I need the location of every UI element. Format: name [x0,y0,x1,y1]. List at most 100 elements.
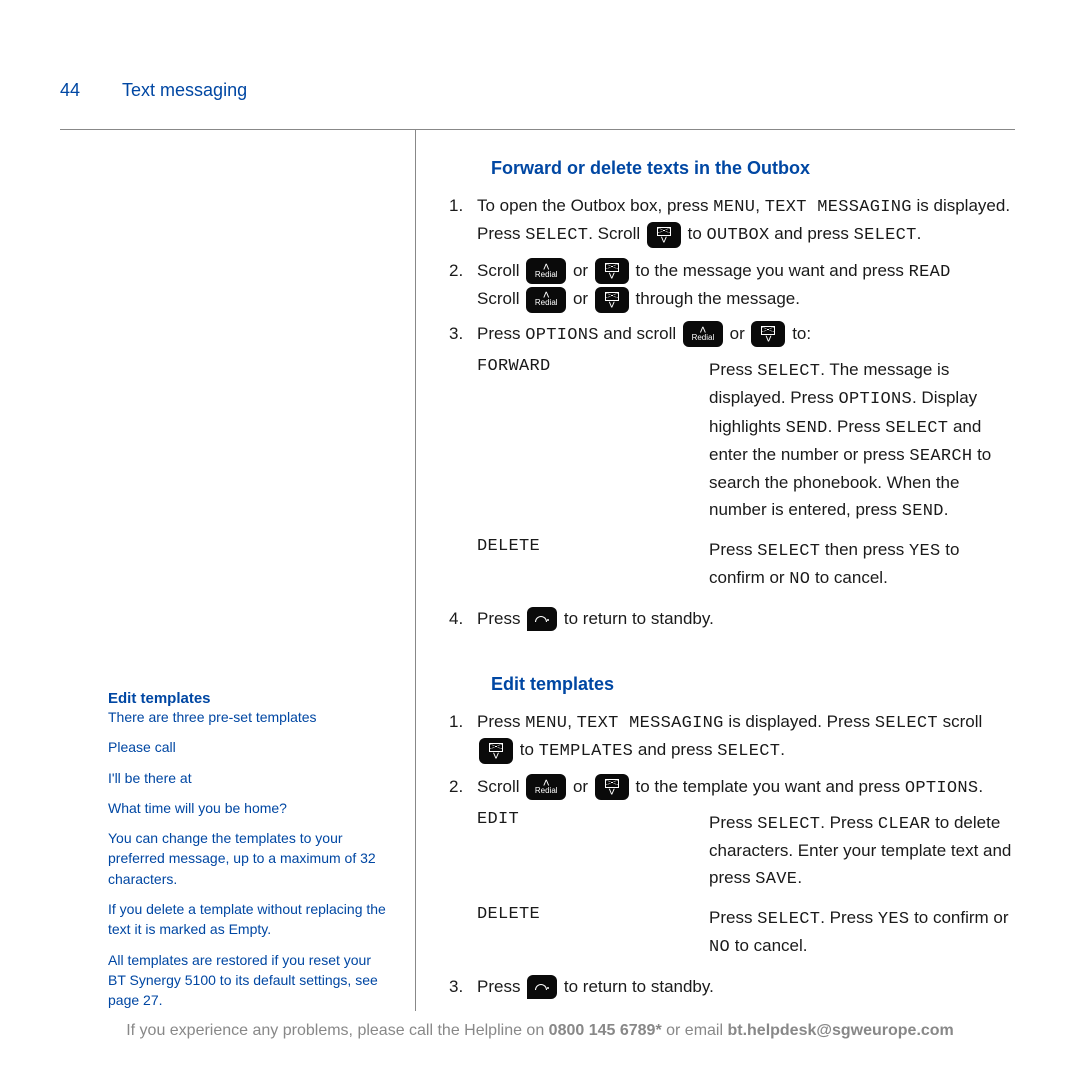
lcd-text: YES [878,910,910,929]
sms-down-key-icon: ˅ [751,321,785,347]
lcd-text: READ [909,263,951,282]
text: Press [709,813,757,832]
lcd-text: SAVE [755,870,797,889]
main-content: Forward or delete texts in the Outbox 1.… [415,130,1015,1011]
text: . [978,777,983,796]
lcd-text: OPTIONS [838,390,912,409]
option-label: DELETE [477,537,709,594]
step-3: 3. Press OPTIONS and scroll ˄Redial or ˅… [449,321,1015,349]
text: is displayed. Press [724,712,875,731]
page-header: 44 Text messaging [60,80,1015,101]
text: to [515,740,539,759]
option-delete: DELETE Press SELECT. Press YES to confir… [477,905,1015,962]
redial-up-key-icon: ˄Redial [526,258,566,284]
end-call-key-icon [527,607,557,631]
sidebar-note-3: All templates are restored if you reset … [108,950,391,1011]
text: , [567,712,576,731]
lcd-text: SELECT [757,910,820,929]
text: to [683,224,707,243]
lcd-text: SELECT [717,742,780,761]
section-heading-outbox: Forward or delete texts in the Outbox [491,158,1015,179]
text: scroll [938,712,982,731]
step-4: 4. Press to return to standby. [449,606,1015,632]
redial-up-key-icon: ˄Redial [526,774,566,800]
lcd-text: NO [709,938,730,957]
step-1: 1. To open the Outbox box, press MENU, T… [449,193,1015,250]
lcd-text: MENU [525,714,567,733]
footer-email: bt.helpdesk@sgweurope.com [727,1022,953,1039]
lcd-text: SEARCH [909,447,972,466]
sms-down-key-icon: ˅ [479,738,513,764]
lcd-text: SELECT [757,815,820,834]
sms-down-key-icon: ˅ [647,222,681,248]
lcd-text: SEND [786,419,828,438]
options-table: EDIT Press SELECT. Press CLEAR to delete… [477,810,1015,962]
text: to cancel. [810,568,888,587]
text: . [780,740,785,759]
text: . Press [828,417,886,436]
text: or [568,777,593,796]
text: or [725,324,750,343]
sidebar-note-1: You can change the templates to your pre… [108,828,391,889]
step-1: 1. Press MENU, TEXT MESSAGING is display… [449,709,1015,766]
text: Press [709,908,757,927]
sidebar-heading: Edit templates [108,690,391,707]
end-call-key-icon [527,975,557,999]
footer-phone: 0800 145 6789* [549,1022,662,1039]
text: to return to standby. [559,977,714,996]
sidebar-template-1: Please call [108,737,391,757]
text: to return to standby. [559,609,714,628]
option-label: FORWARD [477,357,709,525]
lcd-text: SELECT [525,226,588,245]
footer-text: If you experience any problems, please c… [126,1022,548,1039]
text: to the template you want and press [631,777,905,796]
sidebar-template-2: I'll be there at [108,768,391,788]
text: Scroll [477,777,524,796]
step-number: 3. [449,321,477,349]
footer-text: or email [662,1022,728,1039]
sidebar-template-3: What time will you be home? [108,798,391,818]
options-table: FORWARD Press SELECT. The message is dis… [477,357,1015,594]
text: and scroll [599,324,681,343]
step-2: 2. Scroll ˄Redial or ˅ to the message yo… [449,258,1015,313]
text: or [568,261,593,280]
text: and press [770,224,854,243]
option-delete: DELETE Press SELECT then press YES to co… [477,537,1015,594]
option-edit: EDIT Press SELECT. Press CLEAR to delete… [477,810,1015,893]
option-label: EDIT [477,810,709,893]
lcd-text: SELECT [757,362,820,381]
redial-up-key-icon: ˄Redial [683,321,723,347]
text: through the message. [631,289,800,308]
page-number: 44 [60,80,80,101]
lcd-text: YES [909,542,941,561]
text: . [797,868,802,887]
step-2: 2. Scroll ˄Redial or ˅ to the template y… [449,774,1015,802]
sms-down-key-icon: ˅ [595,774,629,800]
text: Press [477,977,525,996]
sidebar: Edit templates There are three pre-set t… [60,130,415,1011]
text: . Scroll [588,224,645,243]
lcd-text: OPTIONS [905,779,979,798]
step-number: 2. [449,258,477,313]
step-number: 3. [449,974,477,1000]
lcd-text: SELECT [854,226,917,245]
lcd-text: SEND [902,502,944,521]
sms-down-key-icon: ˅ [595,287,629,313]
text: Press [709,360,757,379]
text: Press [709,540,757,559]
text: Press [477,324,525,343]
option-label: DELETE [477,905,709,962]
redial-up-key-icon: ˄Redial [526,287,566,313]
text: and press [633,740,717,759]
step-number: 1. [449,193,477,250]
lcd-text: OUTBOX [707,226,770,245]
vertical-divider [415,130,416,1011]
lcd-text: TEXT MESSAGING [577,714,724,733]
text: to confirm or [909,908,1008,927]
page-title: Text messaging [122,80,247,101]
step-number: 4. [449,606,477,632]
option-forward: FORWARD Press SELECT. The message is dis… [477,357,1015,525]
lcd-text: TEXT MESSAGING [765,198,912,217]
lcd-text: SELECT [757,542,820,561]
text: or [568,289,593,308]
